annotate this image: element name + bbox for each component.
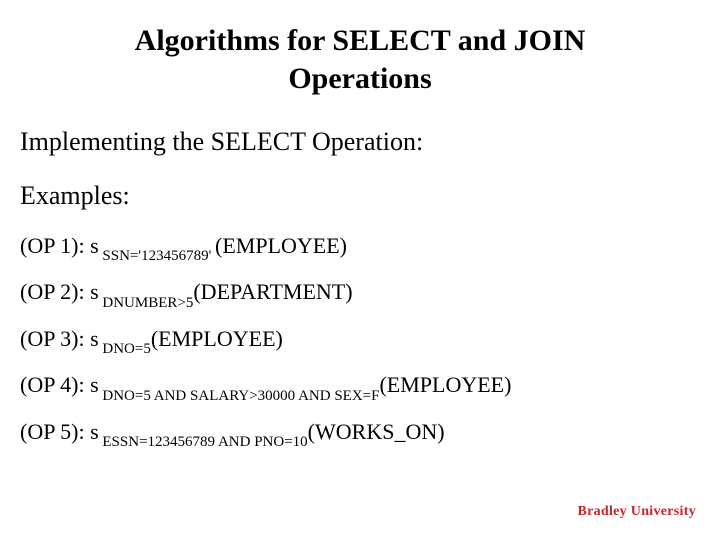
- operation-relation: (DEPARTMENT): [193, 279, 352, 304]
- sigma-symbol: s: [90, 279, 99, 304]
- operation-label: (OP 1):: [20, 233, 90, 258]
- operation-line: (OP 5): s ESSN=123456789 AND PNO=10(WORK…: [20, 419, 700, 449]
- operation-list: (OP 1): s SSN='123456789' (EMPLOYEE) (OP…: [20, 233, 700, 449]
- operation-relation: (EMPLOYEE): [215, 233, 347, 258]
- section-label: Examples:: [20, 181, 700, 211]
- operation-line: (OP 4): s DNO=5 AND SALARY>30000 AND SEX…: [20, 372, 700, 402]
- operation-line: (OP 2): s DNUMBER>5(DEPARTMENT): [20, 279, 700, 309]
- operation-predicate: DNO=5 AND SALARY>30000 AND SEX=F: [99, 388, 380, 404]
- operation-line: (OP 3): s DNO=5(EMPLOYEE): [20, 326, 700, 356]
- operation-relation: (EMPLOYEE): [379, 372, 511, 397]
- operation-label: (OP 3):: [20, 326, 90, 351]
- slide-title: Algorithms for SELECT and JOIN Operation…: [80, 22, 640, 97]
- footer-brand: Bradley University: [577, 504, 696, 520]
- operation-label: (OP 2):: [20, 279, 90, 304]
- operation-relation: (EMPLOYEE): [151, 326, 283, 351]
- operation-line: (OP 1): s SSN='123456789' (EMPLOYEE): [20, 233, 700, 263]
- operation-predicate: DNO=5: [99, 341, 151, 357]
- operation-predicate: DNUMBER>5: [99, 295, 194, 311]
- operation-relation: (WORKS_ON): [308, 419, 445, 444]
- sigma-symbol: s: [90, 419, 99, 444]
- slide-subtitle: Implementing the SELECT Operation:: [20, 127, 700, 157]
- sigma-symbol: s: [90, 326, 99, 351]
- sigma-symbol: s: [90, 372, 99, 397]
- operation-predicate: SSN='123456789': [99, 248, 215, 264]
- operation-label: (OP 5):: [20, 419, 90, 444]
- operation-label: (OP 4):: [20, 372, 90, 397]
- sigma-symbol: s: [90, 233, 99, 258]
- operation-predicate: ESSN=123456789 AND PNO=10: [99, 434, 308, 450]
- slide: Algorithms for SELECT and JOIN Operation…: [0, 0, 720, 540]
